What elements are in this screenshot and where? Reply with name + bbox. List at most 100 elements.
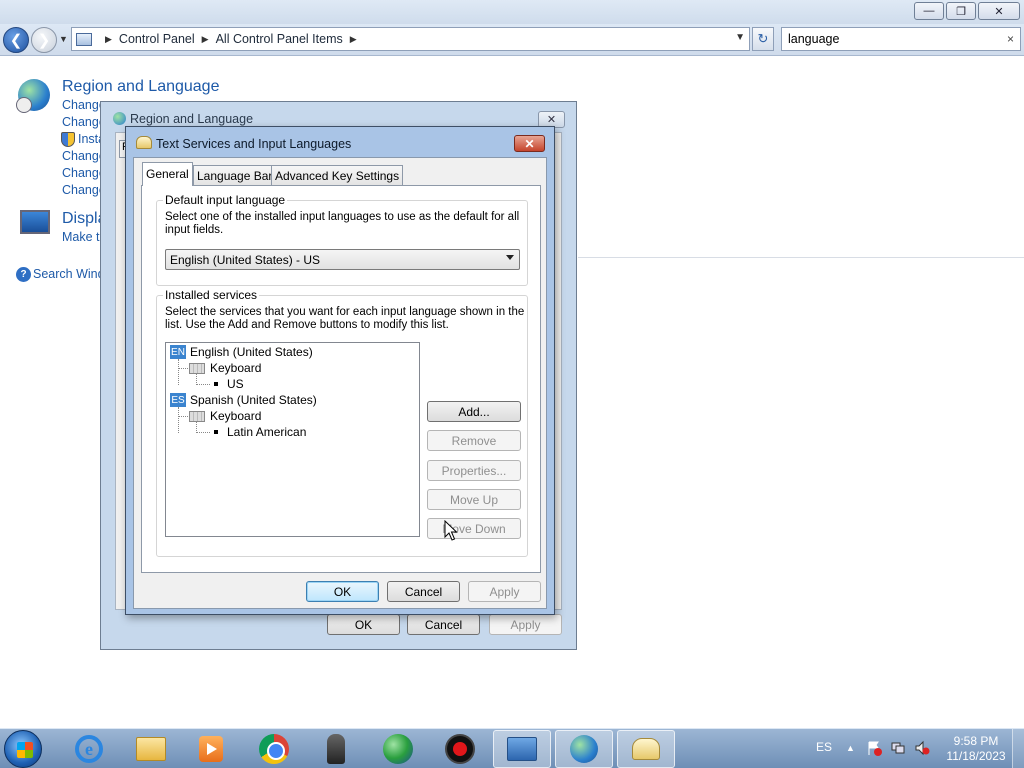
group-legend: Installed services — [163, 288, 260, 302]
text-services-icon — [632, 738, 660, 760]
ok-button[interactable]: OK — [327, 614, 400, 635]
language-badge-icon: ES — [170, 393, 186, 407]
system-clock[interactable]: 9:58 PM 11/18/2023 — [936, 734, 1016, 764]
forward-button[interactable]: ❯ — [31, 27, 57, 53]
search-input[interactable] — [788, 32, 988, 46]
taskbar-chrome[interactable] — [245, 730, 303, 768]
address-dropdown-icon[interactable]: ▼ — [735, 32, 745, 43]
network-icon[interactable] — [890, 740, 906, 756]
search-windows-help-link[interactable]: Search Wind — [33, 267, 105, 281]
taskbar-region-language[interactable] — [555, 730, 613, 768]
start-button[interactable] — [4, 730, 42, 768]
ok-button[interactable]: OK — [306, 581, 379, 602]
taskbar-file-explorer[interactable] — [122, 730, 180, 768]
clear-search-icon[interactable]: × — [1007, 32, 1014, 46]
tree-item-category[interactable]: Keyboard — [189, 408, 261, 424]
refresh-button[interactable]: ↻ — [752, 27, 774, 51]
show-hidden-icons-icon[interactable]: ▲ — [846, 743, 855, 753]
address-bar[interactable]: ▶ Control Panel ▶ All Control Panel Item… — [71, 27, 750, 51]
tree-connector — [178, 359, 179, 385]
selected-value: English (United States) - US — [170, 253, 321, 267]
tree-item-service[interactable]: Latin American — [214, 424, 306, 440]
tree-connector — [178, 416, 188, 417]
text-services-dialog: Text Services and Input Languages ✕ Gene… — [125, 126, 555, 615]
record-icon — [445, 734, 475, 764]
breadcrumb-chevron-icon[interactable]: ▶ — [202, 34, 209, 45]
taskbar-recorder[interactable] — [431, 730, 489, 768]
breadcrumb-control-panel[interactable]: Control Panel — [119, 32, 195, 46]
region-globe-icon — [570, 735, 598, 763]
windows-logo-icon — [17, 742, 33, 758]
move-down-button: Move Down — [427, 518, 521, 539]
maximize-button[interactable]: ❐ — [946, 2, 976, 20]
show-desktop-button[interactable] — [1012, 729, 1024, 768]
taskbar-internet-explorer[interactable]: e — [60, 730, 118, 768]
language-badge-icon: EN — [170, 345, 186, 359]
default-language-select[interactable]: English (United States) - US — [165, 249, 520, 270]
add-button[interactable]: Add... — [427, 401, 521, 422]
cancel-button[interactable]: Cancel — [387, 581, 460, 602]
dialog-body: General Language Bar Advanced Key Settin… — [133, 157, 547, 609]
chevron-down-icon — [506, 255, 514, 260]
input-language-indicator[interactable]: ES — [816, 740, 832, 754]
dialog-title: Text Services and Input Languages — [156, 137, 352, 151]
tab-advanced-key-settings[interactable]: Advanced Key Settings — [271, 165, 404, 185]
minimize-button[interactable]: — — [914, 2, 944, 20]
help-icon: ? — [16, 267, 31, 282]
taskbar-chess[interactable] — [307, 730, 365, 768]
keyboard-icon — [189, 410, 205, 422]
window-titlebar: — ❐ ✕ — [0, 0, 1024, 24]
taskbar-media-player[interactable] — [182, 730, 240, 768]
tree-connector — [196, 432, 210, 433]
back-button[interactable]: ❮ — [3, 27, 29, 53]
tree-item-category[interactable]: Keyboard — [189, 360, 261, 376]
group-description: Select the services that you want for ea… — [165, 306, 525, 331]
breadcrumb-chevron-icon[interactable]: ▶ — [350, 34, 357, 45]
uac-shield-icon — [61, 132, 75, 147]
tab-language-bar[interactable]: Language Bar — [193, 165, 277, 185]
language-name: English (United States) — [190, 345, 313, 359]
clock-time: 9:58 PM — [953, 734, 999, 748]
caption-buttons: — ❐ ✕ — [914, 2, 1020, 20]
tree-connector — [196, 384, 210, 385]
service-name: Latin American — [227, 425, 307, 439]
tree-item-language[interactable]: ES Spanish (United States) — [170, 392, 317, 408]
control-panel-icon — [76, 32, 92, 46]
search-box[interactable]: × — [781, 27, 1021, 51]
divider — [578, 257, 1024, 258]
tree-item-language[interactable]: EN English (United States) — [170, 344, 313, 360]
volume-muted-icon[interactable] — [914, 740, 930, 756]
internet-explorer-icon: e — [75, 735, 103, 763]
cancel-button[interactable]: Cancel — [407, 614, 480, 635]
apply-button: Apply — [489, 614, 562, 635]
chrome-icon — [259, 734, 289, 764]
taskbar-download-manager[interactable] — [369, 730, 427, 768]
keyboard-icon — [189, 362, 205, 374]
tree-connector — [178, 368, 188, 369]
apply-button: Apply — [468, 581, 541, 602]
download-globe-icon — [383, 734, 413, 764]
close-window-button[interactable]: ✕ — [978, 2, 1020, 20]
tab-general[interactable]: General — [142, 162, 193, 186]
action-center-flag-icon[interactable] — [866, 740, 882, 756]
navigation-bar: ❮ ❯ ▼ ▶ Control Panel ▶ All Control Pane… — [0, 24, 1024, 56]
installed-services-tree[interactable]: EN English (United States) Keyboard US E… — [165, 342, 420, 537]
close-dialog-button[interactable]: ✕ — [514, 135, 545, 152]
category-name: Keyboard — [210, 409, 262, 423]
taskbar-control-panel[interactable] — [493, 730, 551, 768]
installed-services-group: Installed services Select the services t… — [156, 288, 528, 557]
breadcrumb-chevron-icon[interactable]: ▶ — [105, 34, 112, 45]
bullet-icon — [214, 430, 218, 434]
mouse-cursor-icon — [444, 520, 458, 541]
taskbar: e ES ▲ 9:58 PM 11/18/2023 — [0, 728, 1024, 768]
service-name: US — [227, 377, 244, 391]
media-player-icon — [199, 736, 223, 762]
region-heading-link[interactable]: Region and Language — [62, 78, 219, 96]
taskbar-text-services[interactable] — [617, 730, 675, 768]
properties-button: Properties... — [427, 460, 521, 481]
default-input-language-group: Default input language Select one of the… — [156, 193, 528, 286]
recent-pages-dropdown[interactable]: ▼ — [59, 34, 68, 44]
display-monitor-icon[interactable] — [20, 210, 50, 234]
tree-item-service[interactable]: US — [214, 376, 244, 392]
breadcrumb-all-items[interactable]: All Control Panel Items — [216, 32, 343, 46]
